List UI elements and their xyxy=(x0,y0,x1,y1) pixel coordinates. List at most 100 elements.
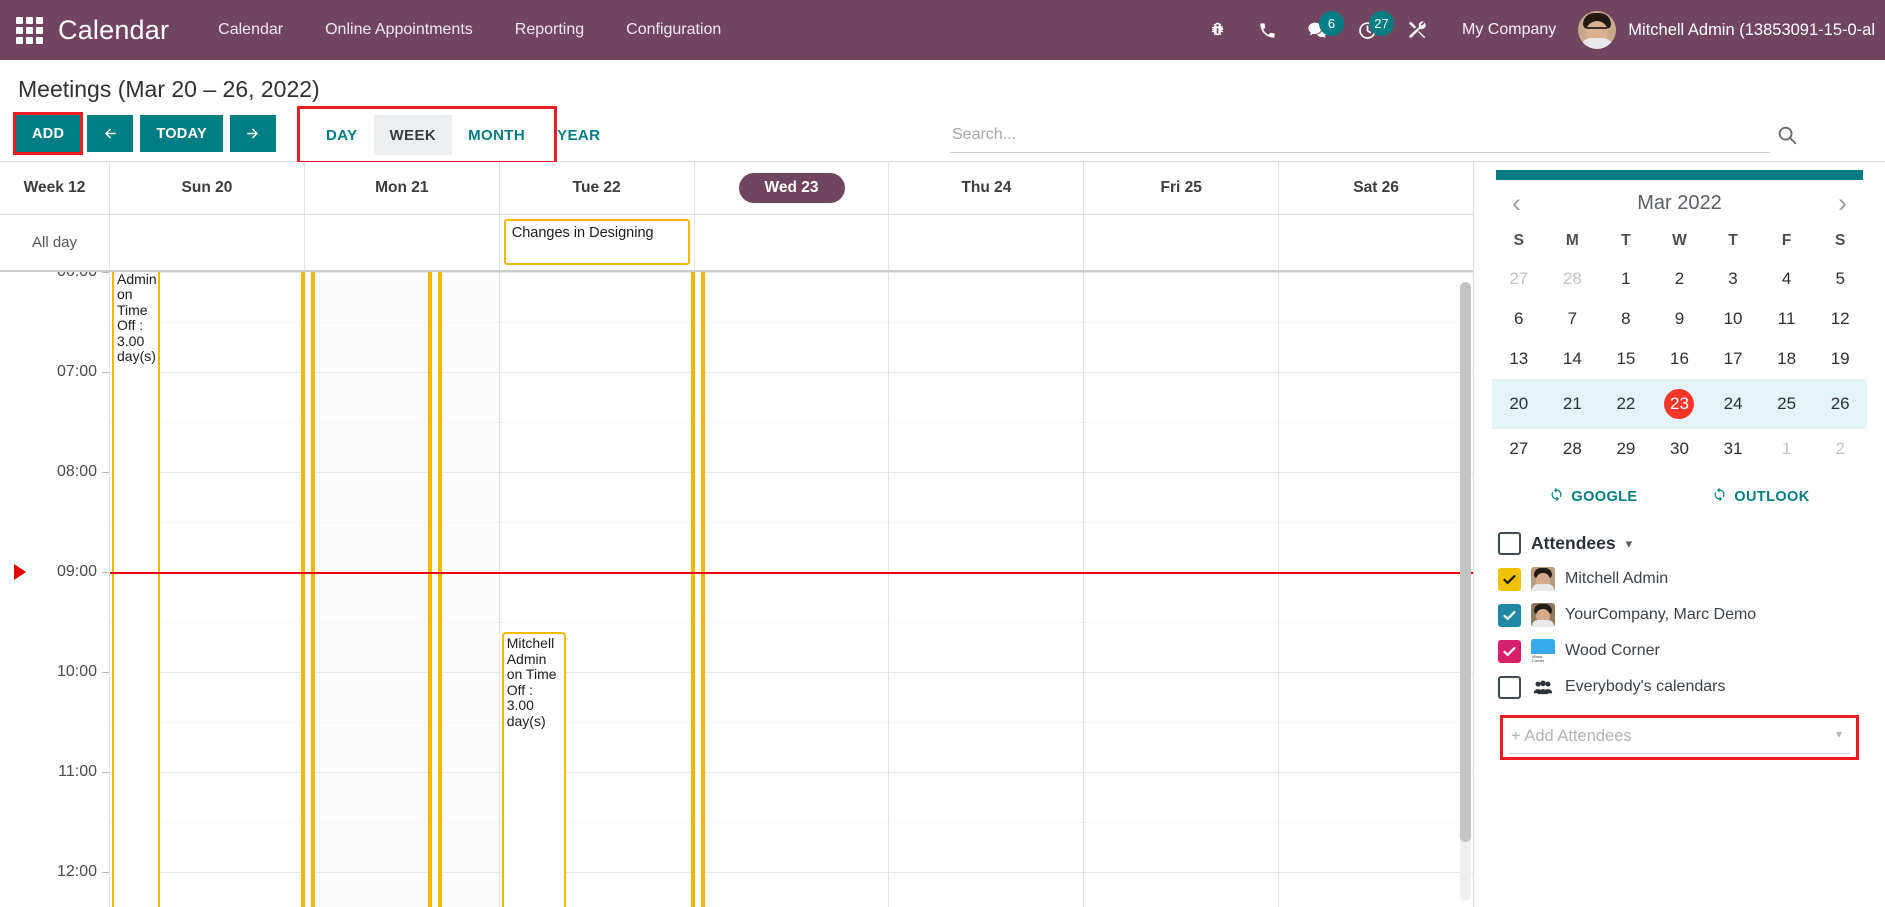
calendar-event[interactable] xyxy=(300,272,315,907)
next-period-button[interactable] xyxy=(230,115,276,152)
calendar-event[interactable] xyxy=(690,272,705,907)
chevron-left-icon[interactable]: ‹ xyxy=(1506,190,1527,217)
attendee-row-marc-demo[interactable]: YourCompany, Marc Demo xyxy=(1498,597,1861,633)
all-day-event[interactable]: Changes in Designing xyxy=(503,219,690,265)
scale-year[interactable]: YEAR xyxy=(541,115,617,155)
mini-day[interactable]: 9 xyxy=(1653,299,1707,339)
day-column-tue[interactable]: Mitchell Admin on Time Off : 3.00 day(s) xyxy=(499,272,695,907)
attendee-row-everybody[interactable]: Everybody's calendars xyxy=(1498,669,1861,705)
sync-outlook-button[interactable]: OUTLOOK xyxy=(1712,487,1809,506)
calendar-event[interactable]: Mitchell Admin on Time Off : 3.00 day(s) xyxy=(501,632,566,907)
attendee-checkbox[interactable] xyxy=(1498,639,1521,663)
today-button[interactable]: TODAY xyxy=(140,115,223,152)
scrollbar-thumb[interactable] xyxy=(1460,282,1471,842)
user-menu[interactable]: Mitchell Admin (13853091-15-0-al xyxy=(1578,11,1885,49)
mini-day[interactable]: 28 xyxy=(1546,429,1600,469)
apps-menu-icon[interactable] xyxy=(0,16,58,44)
day-column-thu[interactable] xyxy=(889,272,1085,907)
mini-day[interactable]: 29 xyxy=(1599,429,1653,469)
all-day-cell-mon[interactable] xyxy=(305,215,500,270)
attendee-row-wood-corner[interactable]: Wood Corner Wood Corner xyxy=(1498,633,1861,669)
messages-icon[interactable]: 6 xyxy=(1292,0,1345,60)
chevron-down-icon[interactable]: ▾ xyxy=(1626,536,1633,552)
search-input[interactable] xyxy=(950,122,1770,153)
menu-item-calendar[interactable]: Calendar xyxy=(197,0,304,60)
scale-week[interactable]: WEEK xyxy=(373,115,453,155)
day-column-wed[interactable] xyxy=(690,272,890,907)
mini-day[interactable]: 6 xyxy=(1492,299,1546,339)
mini-day[interactable]: 5 xyxy=(1813,259,1867,299)
attendee-checkbox[interactable] xyxy=(1498,603,1521,627)
search-icon[interactable] xyxy=(1776,124,1798,149)
day-header-thu[interactable]: Thu 24 xyxy=(889,162,1085,214)
day-header-sun[interactable]: Sun 20 xyxy=(110,162,305,214)
mini-day[interactable]: 10 xyxy=(1706,299,1760,339)
previous-period-button[interactable] xyxy=(87,115,134,152)
day-header-wed-today[interactable]: Wed 23 xyxy=(695,162,890,214)
day-column-sun[interactable]: Mitchell Admin on Time Off : 3.00 day(s)… xyxy=(110,272,305,907)
mini-day[interactable]: 22 xyxy=(1599,379,1653,429)
all-day-cell-tue[interactable]: Changes in Designing xyxy=(500,215,695,270)
mini-day[interactable]: 17 xyxy=(1706,339,1760,379)
mini-day[interactable]: 25 xyxy=(1759,379,1814,429)
mini-day[interactable]: 2 xyxy=(1813,429,1867,469)
add-button[interactable]: ADD xyxy=(12,112,84,155)
attendee-checkbox[interactable] xyxy=(1498,567,1521,591)
mini-day[interactable]: 27 xyxy=(1492,429,1546,469)
mini-day[interactable]: 1 xyxy=(1760,429,1814,469)
mini-day[interactable]: 28 xyxy=(1546,259,1600,299)
mini-day[interactable]: 3 xyxy=(1706,259,1760,299)
bug-icon[interactable] xyxy=(1192,0,1242,60)
mini-day[interactable]: 24 xyxy=(1706,379,1760,429)
company-switcher[interactable]: My Company xyxy=(1442,21,1578,39)
mini-day[interactable]: 13 xyxy=(1492,339,1546,379)
day-header-mon[interactable]: Mon 21 xyxy=(305,162,500,214)
calendar-vertical-scrollbar[interactable] xyxy=(1460,282,1471,901)
chevron-right-icon[interactable]: › xyxy=(1832,190,1853,217)
mini-day[interactable]: 26 xyxy=(1813,379,1867,429)
menu-item-online-appointments[interactable]: Online Appointments xyxy=(304,0,494,60)
calendar-event[interactable] xyxy=(427,272,442,907)
mini-day[interactable]: 18 xyxy=(1760,339,1814,379)
day-column-fri[interactable] xyxy=(1084,272,1280,907)
day-column-mon[interactable] xyxy=(300,272,500,907)
mini-day[interactable]: 31 xyxy=(1706,429,1760,469)
mini-day[interactable]: 21 xyxy=(1545,379,1600,429)
mini-day[interactable]: 7 xyxy=(1546,299,1600,339)
phone-icon[interactable] xyxy=(1242,0,1292,60)
mini-day[interactable]: 2 xyxy=(1653,259,1707,299)
attendee-checkbox[interactable] xyxy=(1498,675,1521,699)
all-day-cell-wed[interactable] xyxy=(695,215,890,270)
menu-item-reporting[interactable]: Reporting xyxy=(494,0,605,60)
attendees-select-all-checkbox[interactable] xyxy=(1498,532,1521,555)
mini-day[interactable]: 14 xyxy=(1546,339,1600,379)
day-column-sat[interactable] xyxy=(1279,272,1473,907)
add-attendees-input[interactable] xyxy=(1509,723,1850,754)
mini-day[interactable]: 8 xyxy=(1599,299,1653,339)
calendar-event[interactable]: Mitchell Admin on Time Off : 3.00 day(s) xyxy=(112,272,160,907)
day-header-sat[interactable]: Sat 26 xyxy=(1279,162,1473,214)
day-header-fri[interactable]: Fri 25 xyxy=(1084,162,1280,214)
sync-google-button[interactable]: GOOGLE xyxy=(1549,487,1637,506)
mini-day[interactable]: 27 xyxy=(1492,259,1546,299)
mini-day[interactable]: 12 xyxy=(1813,299,1867,339)
mini-day[interactable]: 16 xyxy=(1653,339,1707,379)
all-day-cell-sat[interactable] xyxy=(1279,215,1473,270)
mini-day-today[interactable]: 23 xyxy=(1652,379,1707,429)
mini-day[interactable]: 11 xyxy=(1760,299,1814,339)
scale-month[interactable]: MONTH xyxy=(452,115,542,155)
mini-day[interactable]: 4 xyxy=(1760,259,1814,299)
mini-day[interactable]: 19 xyxy=(1813,339,1867,379)
all-day-cell-fri[interactable] xyxy=(1084,215,1280,270)
mini-day[interactable]: 15 xyxy=(1599,339,1653,379)
scale-day[interactable]: DAY xyxy=(310,115,374,155)
day-header-tue[interactable]: Tue 22 xyxy=(500,162,695,214)
menu-item-configuration[interactable]: Configuration xyxy=(605,0,742,60)
mini-day[interactable]: 20 xyxy=(1492,379,1546,429)
attendee-row-mitchell-admin[interactable]: Mitchell Admin xyxy=(1498,561,1861,597)
activities-clock-icon[interactable]: 27 xyxy=(1342,0,1395,60)
all-day-cell-sun[interactable] xyxy=(110,215,305,270)
all-day-cell-thu[interactable] xyxy=(889,215,1085,270)
tools-icon[interactable] xyxy=(1392,0,1442,60)
mini-day[interactable]: 1 xyxy=(1599,259,1653,299)
